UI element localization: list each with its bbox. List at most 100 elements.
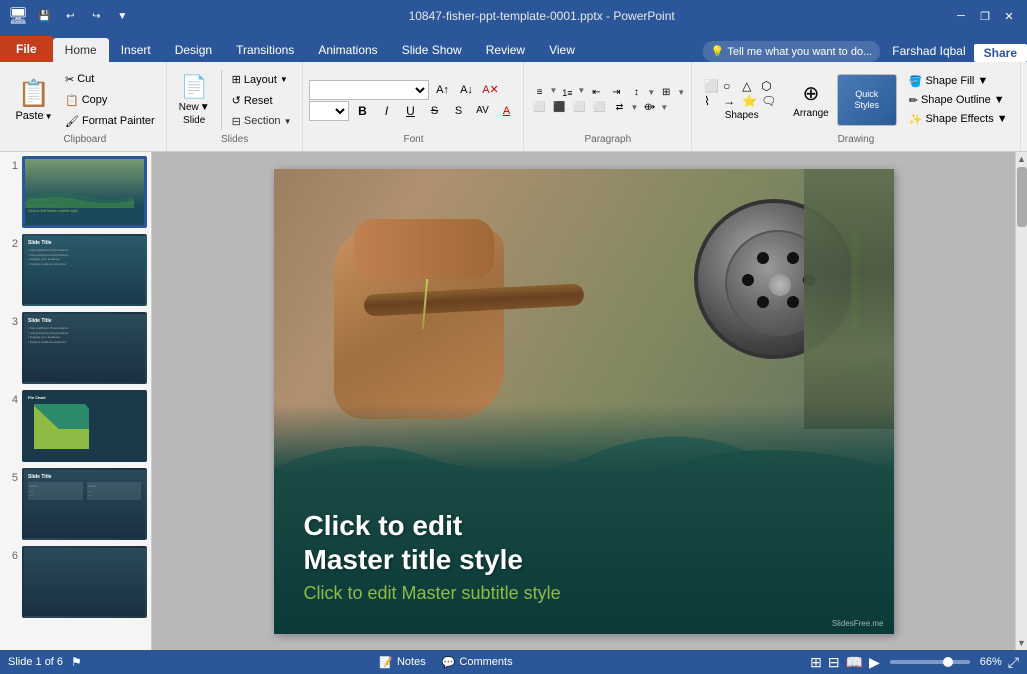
line-spacing-button[interactable]: ↕ [627,86,645,100]
new-slide-button[interactable]: 📄 New ▼ Slide [173,70,216,130]
tab-insert[interactable]: Insert [109,38,163,62]
justify-button[interactable]: ⬜ [590,101,608,115]
font-shrink-button[interactable]: A↓ [455,80,477,100]
columns-button[interactable]: ⊞ [657,86,675,100]
cut-button[interactable]: ✂ Cut [60,70,160,88]
zoom-thumb[interactable] [943,657,953,667]
tab-transitions[interactable]: Transitions [224,38,306,62]
layout-button[interactable]: ⊞ Layout ▼ [227,71,297,89]
align-left-button[interactable]: ⬜ [530,101,548,115]
numbering-arrow[interactable]: ▼ [577,86,585,100]
scroll-thumb[interactable] [1017,167,1027,227]
section-button[interactable]: ⊟ Section ▼ [227,113,297,130]
tab-animations[interactable]: Animations [306,38,389,62]
slide-thumb-3[interactable]: 3 Slide Title • Some Efficient Presentat… [4,312,147,384]
customize-qat-button[interactable]: ▼ [112,6,132,26]
copy-label: Copy [82,94,108,106]
slide-img-1[interactable]: Click to editMaster title styleClick to … [22,156,147,228]
slide-img-5[interactable]: Slide Title Col 1------ Col 2------ [22,468,147,540]
tab-slideshow[interactable]: Slide Show [390,38,474,62]
char-spacing-button[interactable]: AV [471,101,493,121]
bold-button[interactable]: B [351,101,373,121]
convert-to-smartart-button[interactable]: ⟴ [640,101,658,115]
font-color-button[interactable]: A [495,101,517,121]
slideshow-button[interactable]: ▶ [869,654,880,671]
slide-canvas[interactable]: Click to edit Master title style Click t… [274,169,894,634]
font-name-select[interactable] [309,80,429,100]
accessibility-icon[interactable]: ⚑ [71,655,82,669]
undo-button[interactable]: ↩ [60,6,80,26]
comments-button[interactable]: 💬 Comments [442,656,513,669]
increase-indent-button[interactable]: ⇥ [607,86,625,100]
slide-thumb-1[interactable]: 1 Click to editMaster title styleClick t… [4,156,147,228]
bullets-arrow[interactable]: ▼ [549,86,557,100]
shape-outline-button[interactable]: ✏ Shape Outline ▼ [903,92,1014,109]
tab-review[interactable]: Review [474,38,537,62]
scroll-down-button[interactable]: ▼ [1016,636,1027,650]
text-direction-button[interactable]: ⇄ [610,101,628,115]
vertical-scrollbar[interactable]: ▲ ▼ [1015,152,1027,650]
slide-img-4[interactable]: Pie Chart [22,390,147,462]
smartart-arrow[interactable]: ▼ [660,103,668,112]
notes-button[interactable]: 📝 Notes [379,656,425,669]
save-button[interactable]: 💾 [34,6,54,26]
shapes-grid: ⬜ ○ △ ⬡ ⌇ → ⭐ 🗨 [704,79,779,108]
clipboard-mini-btns: ✂ Cut 📋 Copy 🖌 Format Painter [60,70,160,130]
line-spacing-arrow[interactable]: ▼ [647,88,655,97]
arrange-button[interactable]: ⊕ Arrange [787,70,835,130]
numbering-button[interactable]: 1≡ [558,86,576,100]
quick-styles-button[interactable]: QuickStyles [837,74,897,126]
slide-thumb-6[interactable]: 6 [4,546,147,618]
tab-view[interactable]: View [537,38,587,62]
comments-icon: 💬 [442,656,456,669]
shadow-button[interactable]: S [447,101,469,121]
slide-img-6[interactable] [22,546,147,618]
italic-button[interactable]: I [375,101,397,121]
shapes-button[interactable]: ⬜ ○ △ ⬡ ⌇ → ⭐ 🗨 Shapes [698,70,785,130]
paste-button[interactable]: 📋 Paste ▼ [10,70,58,130]
canvas-area: Click to edit Master title style Click t… [152,152,1015,650]
font-grow-button[interactable]: A↑ [431,80,453,100]
font-size-select[interactable] [309,101,349,121]
zoom-slider[interactable] [890,660,970,664]
tab-design[interactable]: Design [163,38,224,62]
decrease-indent-button[interactable]: ⇤ [587,86,605,100]
slide-thumb-4[interactable]: 4 Pie Chart [4,390,147,462]
tab-file[interactable]: File [0,36,53,62]
slide-num-1: 1 [4,156,18,172]
share-button[interactable]: Share [974,44,1027,62]
slide-img-2[interactable]: Slide Title • Some Efficient Presentatio… [22,234,147,306]
align-center-button[interactable]: ⬛ [550,101,568,115]
shape-fill-button[interactable]: 🪣 Shape Fill ▼ [903,73,1014,90]
scroll-up-button[interactable]: ▲ [1016,152,1027,166]
ribbon-tabs: File Home Insert Design Transitions Anim… [0,32,1027,62]
normal-view-button[interactable]: ⊞ [810,654,822,671]
master-title: Click to edit Master title style [304,509,561,576]
redo-button[interactable]: ↪ [86,6,106,26]
shape-effects-button[interactable]: ✨ Shape Effects ▼ [903,111,1014,128]
close-button[interactable]: ✕ [999,6,1019,26]
format-painter-button[interactable]: 🖌 Format Painter [60,112,160,130]
slide-text-area[interactable]: Click to edit Master title style Click t… [304,509,561,603]
restore-button[interactable]: ❐ [975,6,995,26]
fit-to-window-button[interactable]: ⤢ [1008,654,1019,671]
slide-img-3[interactable]: Slide Title • Some Efficient Presentatio… [22,312,147,384]
clear-formatting-button[interactable]: A✕ [479,80,501,100]
scroll-track[interactable] [1016,166,1027,636]
align-right-button[interactable]: ⬜ [570,101,588,115]
slide-sorter-button[interactable]: ⊟ [828,654,840,671]
slides-label: Slides [173,134,297,147]
bullets-button[interactable]: ≡ [530,86,548,100]
slide-thumb-2[interactable]: 2 Slide Title • Some Efficient Presentat… [4,234,147,306]
tab-home[interactable]: Home [53,38,109,62]
reading-view-button[interactable]: 📖 [846,654,863,671]
copy-button[interactable]: 📋 Copy [60,91,160,109]
strikethrough-button[interactable]: S [423,101,445,121]
direction-arrow[interactable]: ▼ [630,103,638,112]
tell-me-input[interactable]: 💡 Tell me what you want to do... [703,41,880,62]
minimize-button[interactable]: ─ [951,6,971,26]
slide-thumb-5[interactable]: 5 Slide Title Col 1------ Col 2------ [4,468,147,540]
underline-button[interactable]: U [399,101,421,121]
columns-arrow[interactable]: ▼ [677,88,685,97]
reset-button[interactable]: ↺ Reset [227,92,297,110]
